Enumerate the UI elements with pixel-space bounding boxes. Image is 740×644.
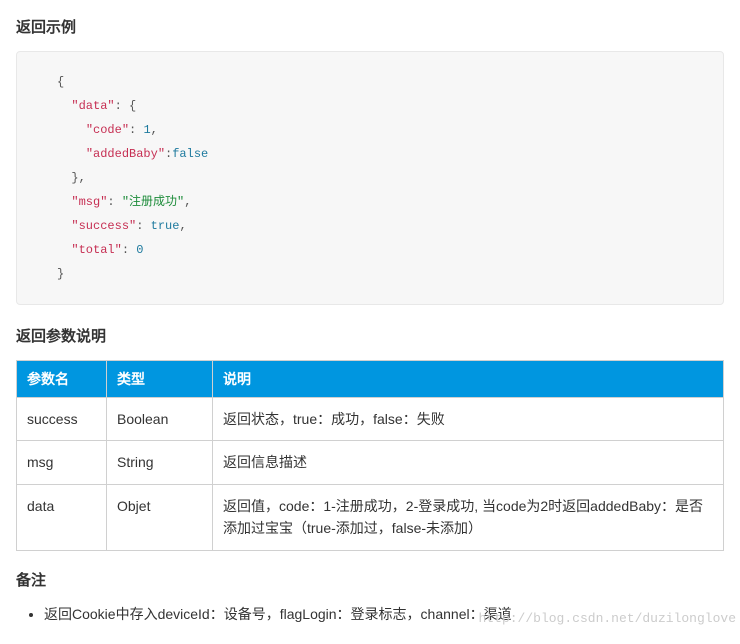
table-header-desc: 说明 (213, 361, 724, 398)
code-line: } (57, 262, 693, 286)
cell-param-name: data (17, 484, 107, 550)
cell-param-name: msg (17, 441, 107, 484)
table-row: success Boolean 返回状态，true：成功，false：失败 (17, 398, 724, 441)
cell-param-desc: 返回值，code：1-注册成功，2-登录成功, 当code为2时返回addedB… (213, 484, 724, 550)
section-title-response-example: 返回示例 (16, 16, 724, 37)
cell-param-desc: 返回信息描述 (213, 441, 724, 484)
code-line: "code": 1, (57, 118, 693, 142)
cell-param-type: String (107, 441, 213, 484)
code-line: }, (57, 166, 693, 190)
params-table: 参数名 类型 说明 success Boolean 返回状态，true：成功，f… (16, 360, 724, 551)
cell-param-desc: 返回状态，true：成功，false：失败 (213, 398, 724, 441)
section-title-notes: 备注 (16, 569, 724, 590)
code-line: "success": true, (57, 214, 693, 238)
cell-param-type: Boolean (107, 398, 213, 441)
cell-param-name: success (17, 398, 107, 441)
code-line: "addedBaby":false (57, 142, 693, 166)
code-line: "msg": "注册成功", (57, 190, 693, 214)
table-header-type: 类型 (107, 361, 213, 398)
section-title-response-params: 返回参数说明 (16, 325, 724, 346)
code-line: { (57, 70, 693, 94)
code-line: "total": 0 (57, 238, 693, 262)
table-header-name: 参数名 (17, 361, 107, 398)
code-block-response-example: { "data": { "code": 1, "addedBaby":false… (16, 51, 724, 305)
table-row: msg String 返回信息描述 (17, 441, 724, 484)
table-row: data Objet 返回值，code：1-注册成功，2-登录成功, 当code… (17, 484, 724, 550)
table-header-row: 参数名 类型 说明 (17, 361, 724, 398)
cell-param-type: Objet (107, 484, 213, 550)
code-line: "data": { (57, 94, 693, 118)
